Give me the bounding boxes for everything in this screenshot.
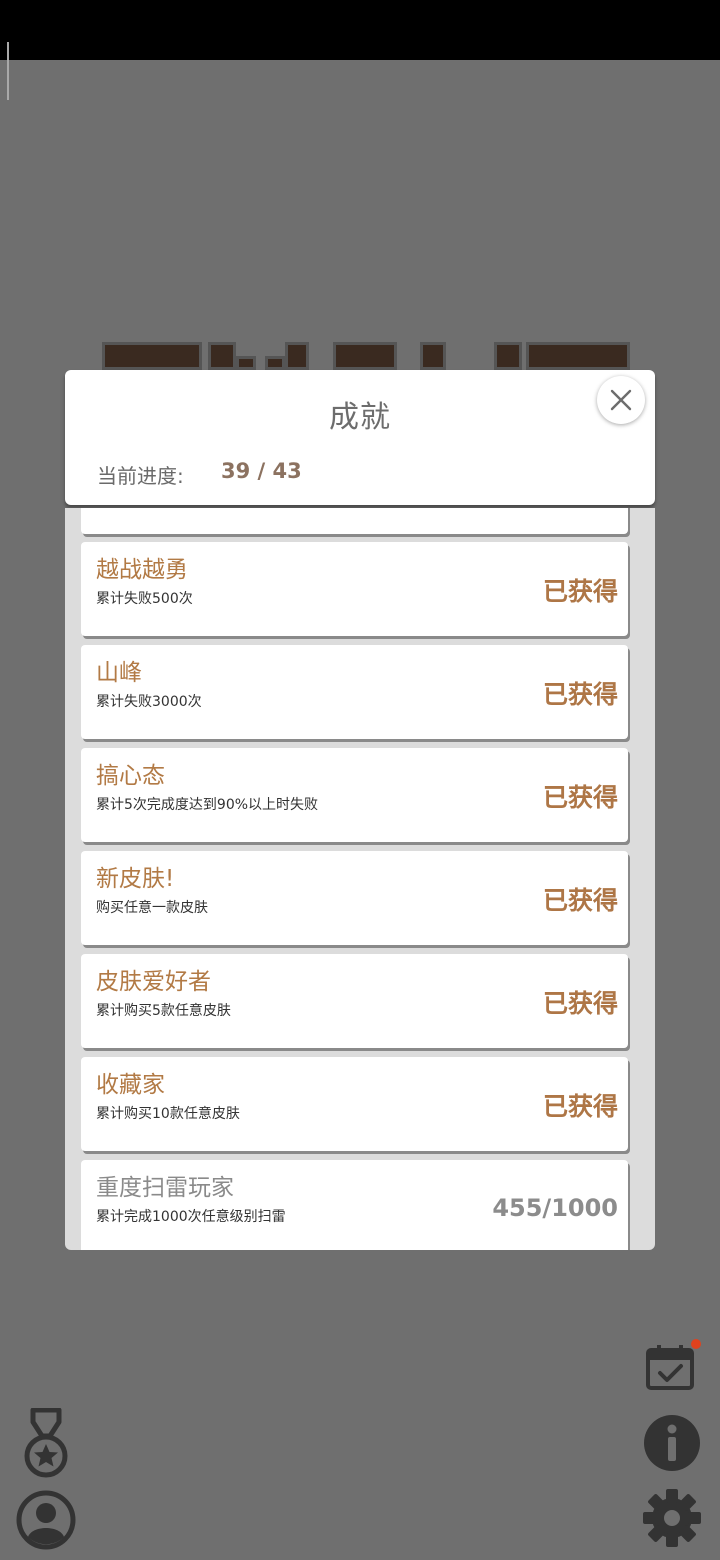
status-bar <box>0 0 720 60</box>
achievement-card: 越战越勇 累计失败500次 已获得 <box>81 542 628 636</box>
achievement-description: 购买任意一款皮肤 <box>96 900 208 916</box>
achievement-description: 累计购买5款任意皮肤 <box>96 1003 231 1019</box>
achievement-status: 已获得 <box>542 680 618 709</box>
achievement-name: 收藏家 <box>96 1072 165 1098</box>
achievement-name: 越战越勇 <box>96 557 188 583</box>
achievement-progress: 455/1000 <box>492 1194 618 1222</box>
achievement-card: 收藏家 累计购买10款任意皮肤 已获得 <box>81 1057 628 1151</box>
achievement-card-in-progress: 重度扫雷玩家 累计完成1000次任意级别扫雷 455/1000 <box>81 1160 628 1250</box>
game-title-logo <box>100 340 630 370</box>
achievements-dialog-header: 成就 当前进度: 39 / 43 <box>65 370 655 505</box>
achievement-card: 新皮肤! 购买任意一款皮肤 已获得 <box>81 851 628 945</box>
achievement-status: 已获得 <box>542 577 618 606</box>
achievements-button[interactable] <box>20 1407 72 1480</box>
close-icon <box>610 389 632 411</box>
status-cursor <box>7 42 9 100</box>
info-icon <box>644 1415 700 1471</box>
close-button[interactable] <box>597 376 645 424</box>
medal-icon <box>24 1407 68 1478</box>
calendar-check-icon <box>646 1345 694 1390</box>
achievement-description: 累计失败500次 <box>96 591 193 607</box>
achievement-description: 累计失败3000次 <box>96 694 202 710</box>
achievement-card: 皮肤爱好者 累计购买5款任意皮肤 已获得 <box>81 954 628 1048</box>
achievement-name: 皮肤爱好者 <box>96 969 211 995</box>
dialog-title: 成就 <box>329 400 391 435</box>
achievement-status: 已获得 <box>542 989 618 1018</box>
achievement-card-partial <box>81 508 628 534</box>
info-button[interactable] <box>643 1414 701 1472</box>
achievement-list[interactable]: 越战越勇 累计失败500次 已获得 山峰 累计失败3000次 已获得 搞心态 累… <box>65 508 655 1250</box>
profile-icon <box>16 1490 76 1550</box>
progress-value: 39 / 43 <box>221 459 302 483</box>
achievement-card: 搞心态 累计5次完成度达到90%以上时失败 已获得 <box>81 748 628 842</box>
achievement-name: 山峰 <box>96 660 142 686</box>
achievement-name: 新皮肤! <box>96 866 175 892</box>
profile-button[interactable] <box>16 1490 76 1550</box>
achievement-name: 重度扫雷玩家 <box>96 1175 234 1201</box>
progress-label: 当前进度: <box>97 464 184 488</box>
achievement-name: 搞心态 <box>96 763 165 789</box>
achievement-description: 累计5次完成度达到90%以上时失败 <box>96 797 319 813</box>
achievement-status: 已获得 <box>542 1092 618 1121</box>
daily-checkin-button[interactable] <box>645 1339 701 1391</box>
achievement-description: 累计购买10款任意皮肤 <box>96 1106 240 1122</box>
gear-icon <box>643 1489 701 1547</box>
achievement-description: 累计完成1000次任意级别扫雷 <box>96 1209 286 1225</box>
settings-button[interactable] <box>641 1487 703 1549</box>
achievement-status: 已获得 <box>542 783 618 812</box>
achievement-status: 已获得 <box>542 886 618 915</box>
notification-dot <box>691 1339 701 1349</box>
achievement-card: 山峰 累计失败3000次 已获得 <box>81 645 628 739</box>
